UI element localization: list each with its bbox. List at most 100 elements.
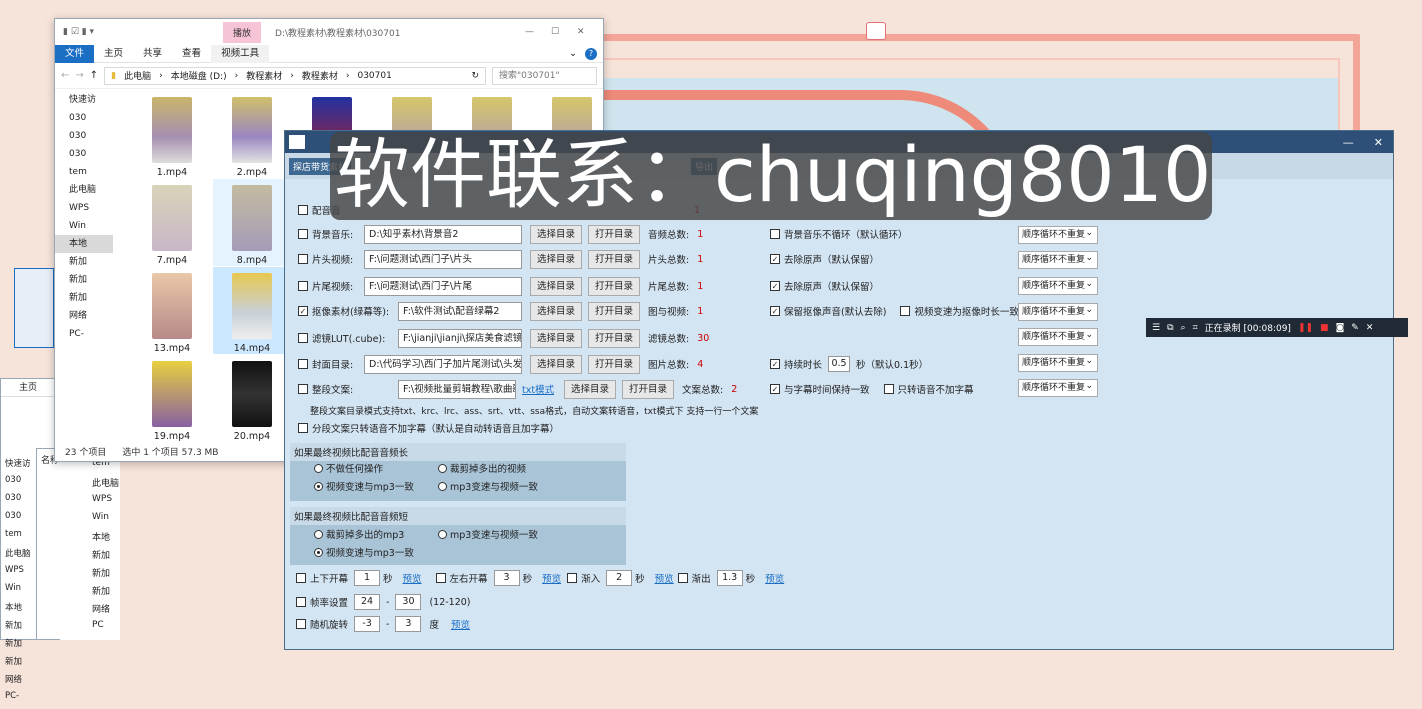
back-sub-item[interactable]: 网络 [60, 602, 120, 620]
file-item[interactable]: 14.mp4 [213, 267, 291, 354]
nav-item[interactable]: 030 [55, 145, 113, 163]
minimize-icon[interactable]: — [1343, 136, 1354, 149]
checkbox[interactable] [298, 333, 308, 343]
checkbox[interactable] [883, 384, 894, 394]
radio-opt[interactable]: mp3变速与视频一致 [438, 527, 538, 541]
back-sub-item[interactable]: 新加 [60, 584, 120, 602]
minimize-icon[interactable]: — [525, 27, 551, 37]
preview-link[interactable]: 预览 [403, 571, 422, 585]
order-select[interactable]: 顺序循环不重复 [1018, 276, 1098, 295]
checkbox[interactable]: ✓ [770, 306, 780, 316]
open-dir-button[interactable]: 打开目录 [588, 354, 640, 374]
camera-icon[interactable]: ◙ [1336, 323, 1345, 333]
select-dir-button[interactable]: 选择目录 [530, 276, 582, 296]
checkbox[interactable] [567, 573, 578, 583]
nav-item[interactable]: 快速访 [55, 91, 113, 109]
breadcrumb-disk[interactable]: 本地磁盘 (D:) [171, 69, 227, 82]
open-dir-button[interactable]: 打开目录 [588, 249, 640, 269]
select-dir-button[interactable]: 选择目录 [530, 224, 582, 244]
radio-opt[interactable]: 视频变速与mp3一致 [314, 545, 414, 559]
nav-item[interactable]: 新加 [55, 253, 113, 271]
path-input[interactable]: D:\知乎素材\背景音2 [364, 224, 522, 244]
path-input[interactable]: F:\视频批量剪辑教程\歌曲歌 [398, 379, 516, 399]
stop-icon[interactable]: ■ [1320, 323, 1329, 333]
ribbon-tab-home[interactable]: 主页 [94, 45, 133, 63]
select-dir-button[interactable]: 选择目录 [530, 301, 582, 321]
checkbox[interactable] [298, 359, 308, 369]
path-input[interactable]: F:\软件测试\配音绿幕2 [398, 301, 522, 321]
checkbox[interactable]: ✓ [770, 384, 780, 394]
ribbon-tab-share[interactable]: 共享 [133, 45, 172, 63]
nav-item[interactable]: WPS [55, 199, 113, 217]
nav-item[interactable]: 新加 [55, 289, 113, 307]
preview-link[interactable]: 预览 [765, 571, 784, 585]
search-input[interactable]: 搜索"030701" [492, 66, 597, 85]
updown-input[interactable]: 1 [354, 570, 381, 586]
ribbon-tab-view[interactable]: 查看 [172, 45, 211, 63]
checkbox[interactable] [677, 573, 688, 583]
path-input[interactable]: D:\代码学习\西门子加片尾测试\头发护 [364, 354, 522, 374]
address-bar[interactable]: ▮ 此电脑 › 本地磁盘 (D:) › 教程素材 › 教程素材 › 030701 ↻ [104, 66, 486, 85]
back-sub-item[interactable]: 本地 [60, 530, 120, 548]
forward-arrow-icon[interactable]: → [75, 70, 83, 81]
checkbox[interactable]: ✓ [770, 254, 780, 264]
back-sub-item[interactable]: 此电脑 [60, 476, 120, 494]
checkbox[interactable] [298, 229, 308, 239]
file-item[interactable]: 13.mp4 [133, 267, 211, 354]
rot-min-input[interactable]: -3 [354, 616, 381, 632]
file-item[interactable]: 20.mp4 [213, 355, 291, 442]
file-item[interactable]: 2.mp4 [213, 91, 291, 178]
select-dir-button[interactable]: 选择目录 [564, 379, 616, 399]
checkbox[interactable] [296, 619, 306, 629]
lr-input[interactable]: 3 [493, 570, 520, 586]
select-dir-button[interactable]: 选择目录 [530, 249, 582, 269]
refresh-icon[interactable]: ↻ [471, 71, 479, 81]
file-item[interactable]: 8.mp4 [213, 179, 291, 266]
back-sub-item[interactable]: WPS [60, 494, 120, 512]
open-dir-button[interactable]: 打开目录 [588, 276, 640, 296]
preview-link[interactable]: 预览 [655, 571, 674, 585]
radio-opt[interactable]: 不做任何操作 [314, 461, 383, 475]
ribbon-tab-video-tools[interactable]: 视频工具 [211, 44, 270, 63]
radio-opt[interactable]: 裁剪掉多出的视频 [438, 461, 526, 475]
order-select[interactable]: 顺序循环不重复 [1018, 225, 1098, 244]
ribbon-tab-file[interactable]: 文件 [55, 44, 95, 63]
nav-item[interactable]: 新加 [55, 271, 113, 289]
checkbox[interactable]: ✓ [298, 306, 308, 316]
window-icon[interactable]: ⧉ [1167, 323, 1173, 333]
opt-bgm-noloop[interactable]: 背景音乐不循环（默认循环） [770, 224, 908, 244]
nav-item[interactable]: 网络 [55, 307, 113, 325]
tab-play[interactable]: 播放 [223, 21, 262, 43]
back-sub-item[interactable]: PC [60, 620, 120, 638]
checkbox[interactable] [298, 384, 308, 394]
back-nav-item[interactable]: PC- [1, 691, 59, 709]
nav-item[interactable]: 030 [55, 109, 113, 127]
txt-mode-link[interactable]: txt模式 [522, 382, 556, 396]
duration-input[interactable]: 0.5 [828, 356, 851, 372]
checkbox[interactable] [298, 281, 308, 291]
order-select[interactable]: 顺序循环不重复 [1018, 378, 1098, 397]
open-dir-button[interactable]: 打开目录 [588, 224, 640, 244]
preview-link[interactable]: 预览 [542, 571, 561, 585]
opt-remove-orig-1[interactable]: ✓ 去除原声（默认保留） [770, 249, 879, 269]
chevron-down-icon[interactable]: ⌄ [569, 48, 577, 59]
path-input[interactable]: F:\问题测试\西门子\片尾 [364, 276, 522, 296]
opt-sub-sync[interactable]: ✓ 与字幕时间保持一致 只转语音不加字幕 [770, 379, 974, 399]
nav-item[interactable]: PC- [55, 325, 113, 343]
help-icon[interactable]: ? [585, 47, 597, 60]
fps-min-input[interactable]: 24 [354, 594, 381, 610]
radio-opt[interactable]: 裁剪掉多出的mp3 [314, 527, 404, 541]
checkbox[interactable] [296, 573, 306, 583]
checkbox[interactable] [298, 254, 308, 264]
open-dir-button[interactable]: 打开目录 [588, 301, 640, 321]
path-input[interactable]: F:\jianji\jianji\探店美食滤镜 [398, 328, 522, 348]
open-dir-button[interactable]: 打开目录 [588, 328, 640, 348]
checkbox[interactable] [770, 229, 780, 239]
checkbox[interactable] [435, 573, 446, 583]
path-input[interactable]: F:\问题测试\西门子\片头 [364, 249, 522, 269]
back-sub-item[interactable]: Win [60, 512, 120, 530]
file-item[interactable]: 1.mp4 [133, 91, 211, 178]
crop-icon[interactable]: ⌗ [1193, 323, 1198, 333]
close-icon[interactable]: ✕ [1374, 136, 1383, 149]
nav-item[interactable]: tem [55, 163, 113, 181]
